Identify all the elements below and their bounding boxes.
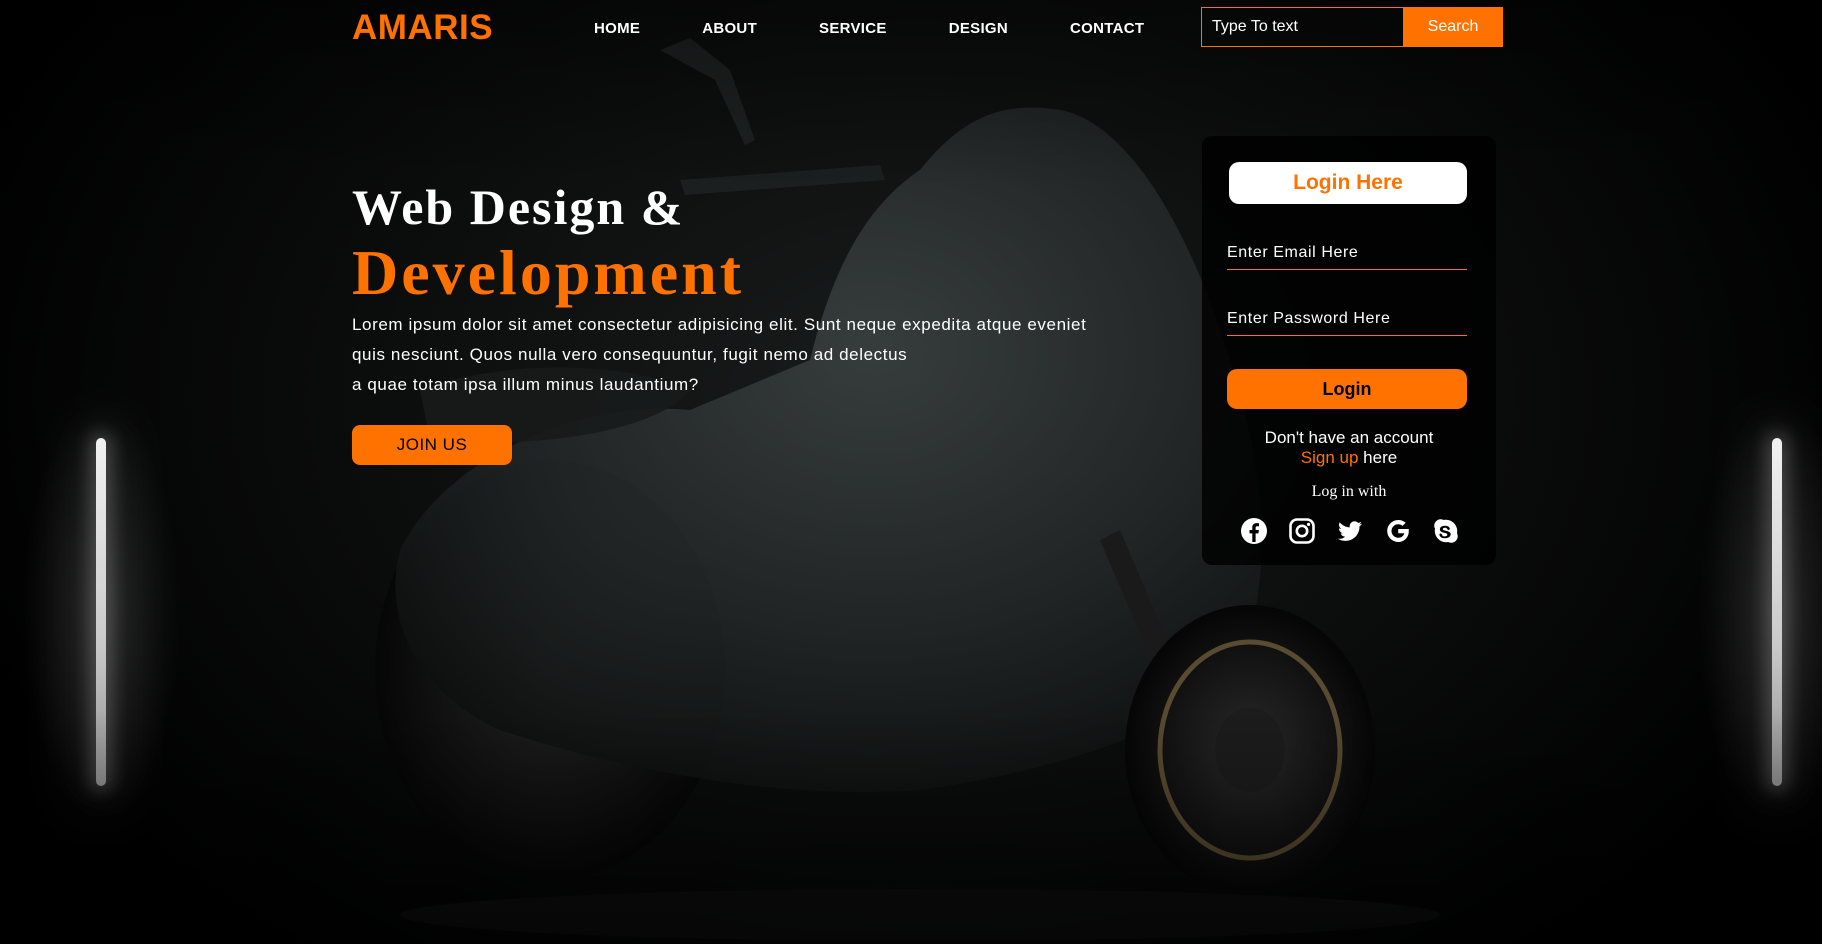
signup-link[interactable]: Sign up — [1301, 448, 1359, 467]
nav-link-design[interactable]: DESIGN — [949, 20, 1008, 37]
twitter-icon[interactable] — [1336, 517, 1364, 545]
password-field[interactable] — [1227, 302, 1467, 336]
nav-item-service: SERVICE — [819, 20, 949, 37]
nav-link-home[interactable]: HOME — [594, 20, 640, 37]
login-button[interactable]: Login — [1227, 369, 1467, 409]
search-button[interactable]: Search — [1403, 7, 1503, 47]
hero-description: Lorem ipsum dolor sit amet consectetur a… — [352, 310, 1112, 400]
no-account-text: Don't have an account — [1264, 428, 1434, 447]
background-shade — [0, 0, 1822, 944]
hero-title-line1: Web Design & — [352, 179, 685, 235]
instagram-icon[interactable] — [1288, 517, 1316, 545]
hero-description-line: quis nesciunt. Quos nulla vero consequun… — [352, 345, 908, 364]
facebook-icon[interactable] — [1240, 517, 1268, 545]
join-us-button[interactable]: JOIN US — [352, 425, 512, 465]
brand-logo[interactable]: AMARIS — [352, 8, 493, 48]
login-title: Login Here — [1229, 162, 1467, 204]
skype-icon[interactable] — [1432, 517, 1460, 545]
search-input[interactable] — [1201, 7, 1403, 47]
social-login-icons — [1240, 517, 1480, 545]
nav-item-design: DESIGN — [949, 20, 1070, 37]
login-with-label: Log in with — [1311, 483, 1387, 500]
nav-link-service[interactable]: SERVICE — [819, 20, 887, 37]
main-nav: HOME ABOUT SERVICE DESIGN CONTACT — [594, 20, 1206, 37]
nav-link-contact[interactable]: CONTACT — [1070, 20, 1144, 37]
hero-description-line: a quae totam ipsa illum minus laudantium… — [352, 375, 699, 394]
login-card: Login Here Login Don't have an account S… — [1202, 136, 1496, 565]
signup-prompt: Don't have an account Sign up here — [1202, 428, 1496, 468]
hero-title-line2: Development — [352, 237, 745, 308]
search-bar: Search — [1201, 7, 1503, 47]
google-icon[interactable] — [1384, 517, 1412, 545]
nav-item-about: ABOUT — [702, 20, 819, 37]
nav-item-home: HOME — [594, 20, 702, 37]
hero-background — [0, 0, 1822, 944]
nav-link-about[interactable]: ABOUT — [702, 20, 757, 37]
nav-item-contact: CONTACT — [1070, 20, 1206, 37]
email-field[interactable] — [1227, 236, 1467, 270]
hero-description-line: Lorem ipsum dolor sit amet consectetur a… — [352, 315, 1087, 334]
signup-suffix: here — [1358, 448, 1398, 467]
